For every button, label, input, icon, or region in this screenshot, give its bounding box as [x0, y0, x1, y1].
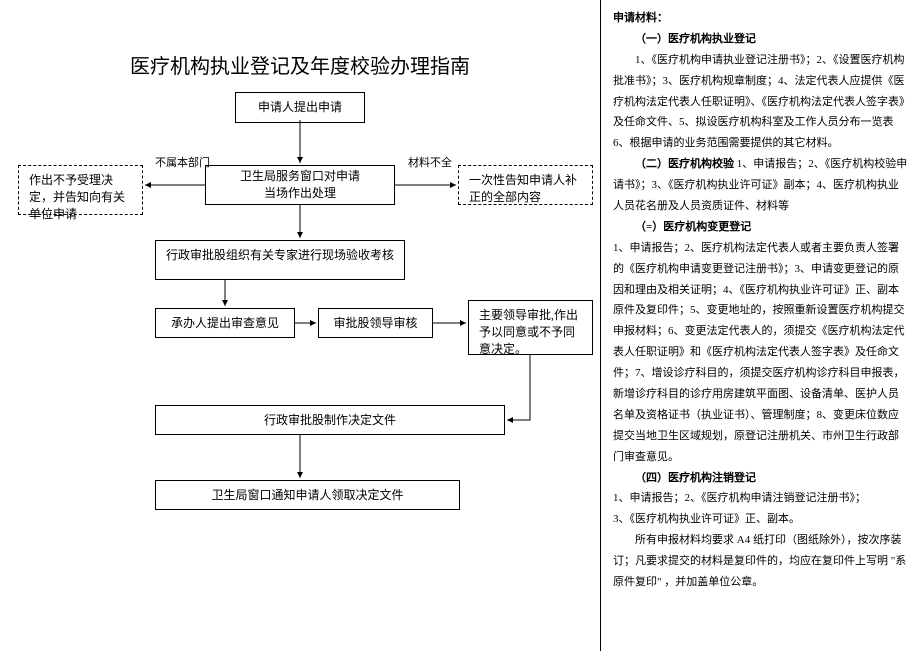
label-incomplete: 材料不全	[408, 154, 452, 170]
box-decision: 行政审批股制作决定文件	[155, 405, 505, 435]
box-opinion: 承办人提出审查意见	[155, 308, 295, 338]
section2-title: （二）医疗机构校验	[635, 158, 734, 170]
flowchart-panel: 医疗机构执业登记及年度校验办理指南 申请人提出申请 作出不予受理决定，并告知向有…	[0, 0, 600, 651]
label-not-dept: 不属本部门	[155, 154, 210, 170]
materials-footer: 所有申报材料均要求 A4 纸打印（图纸除外），按次序装订；凡要求提交的材料是复印…	[613, 530, 908, 593]
section3-title: （=）医疗机构变更登记	[613, 217, 908, 238]
box-apply: 申请人提出申请	[235, 92, 365, 123]
materials-panel: 申请材料： （一）医疗机构执业登记 1、《医疗机构申请执业登记注册书》；2、《设…	[600, 0, 920, 651]
box-reject: 作出不予受理决定，并告知向有关单位申请	[18, 165, 143, 215]
box-window: 卫生局服务窗口对申请 当场作出处理	[205, 165, 395, 205]
box-leader-approve: 主要领导审批,作出予以同意或不予同意决定。	[468, 300, 593, 355]
section4-body1: 1、申请报告；2、《医疗机构申请注销登记注册书》；	[613, 488, 908, 509]
box-notify: 卫生局窗口通知申请人领取决定文件	[155, 480, 460, 510]
section2: （二）医疗机构校验 1、申请报告；2、《医疗机构校验申请书》；3、《医疗机构执业…	[613, 154, 908, 217]
page-title: 医疗机构执业登记及年度校验办理指南	[10, 50, 590, 79]
section4-body2: 3、《医疗机构执业许可证》正、副本。	[613, 509, 908, 530]
section4-title: （四）医疗机构注销登记	[613, 468, 908, 489]
section1-title: （一）医疗机构执业登记	[613, 29, 908, 50]
section3-body: 1、申请报告；2、医疗机构法定代表人或者主要负责人签署的《医疗机构申请变更登记注…	[613, 238, 908, 468]
section1-body: 1、《医疗机构申请执业登记注册书》；2、《设置医疗机构批准书》；3、医疗机构规章…	[613, 50, 908, 154]
materials-header: 申请材料：	[613, 8, 908, 29]
box-supplement: 一次性告知申请人补正的全部内容	[458, 165, 593, 205]
box-leader-review: 审批股领导审核	[318, 308, 433, 338]
box-expert: 行政审批股组织有关专家进行现场验收考核	[155, 240, 405, 280]
